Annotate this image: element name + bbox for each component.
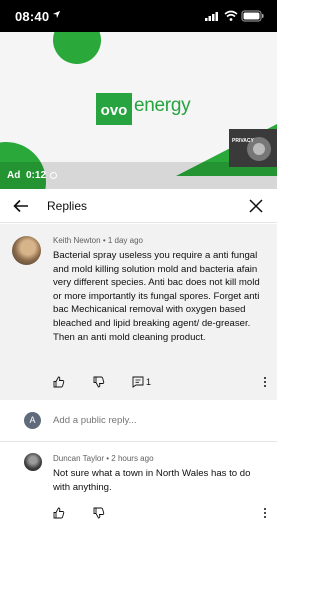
status-time: 08:40 [15, 9, 50, 24]
empty-area [0, 533, 277, 600]
reply-actions [53, 507, 267, 521]
add-reply-bar: A [0, 400, 277, 442]
reply-meta: Duncan Taylor • 2 hours ago [53, 454, 154, 463]
svg-text:ovo: ovo [101, 102, 128, 119]
logo-energy-text: energy [134, 95, 191, 116]
reply-count: 1 [146, 377, 152, 387]
thumbs-down-icon[interactable] [93, 376, 105, 388]
status-icons [205, 10, 264, 22]
ad-countdown: 0:12 [26, 170, 47, 181]
back-arrow-icon[interactable] [12, 197, 30, 215]
close-icon[interactable] [248, 198, 264, 214]
more-options-icon[interactable] [263, 507, 267, 519]
page-title: Replies [47, 199, 88, 213]
thumbnail-label: PRIVACY [232, 138, 254, 144]
thumbs-up-icon[interactable] [53, 507, 65, 519]
ad-info-icon[interactable] [50, 172, 57, 179]
comment-text: Bacterial spray useless you require a an… [53, 250, 260, 343]
reply-time: 2 hours ago [111, 454, 154, 463]
thumbs-down-icon[interactable] [93, 507, 105, 519]
reply-text: Not sure what a town in North Wales has … [53, 468, 251, 493]
thumbs-up-icon[interactable] [53, 376, 65, 388]
location-arrow-icon [52, 10, 61, 19]
reply-author[interactable]: Duncan Taylor [53, 454, 104, 463]
ovo-logo-mark: ovo [96, 93, 132, 125]
replies-header: Replies [0, 189, 277, 223]
battery-icon [241, 10, 264, 22]
thumbnail-image [229, 129, 277, 167]
ad-badge: Ad [7, 170, 21, 181]
wifi-icon [224, 10, 238, 21]
comment-author[interactable]: Keith Newton [53, 236, 101, 245]
user-avatar: A [24, 412, 41, 429]
more-options-icon[interactable] [263, 376, 267, 388]
avatar[interactable] [24, 453, 42, 471]
ad-thumbnail[interactable]: PRIVACY [229, 129, 277, 167]
comment-time: 1 day ago [107, 236, 143, 245]
comment-actions: 1 [53, 376, 267, 390]
reply-input[interactable] [53, 415, 253, 426]
signal-icon [205, 12, 218, 21]
reply-item: Duncan Taylor • 2 hours ago Not sure wha… [0, 443, 277, 533]
main-comment: Keith Newton • 1 day ago Bacterial spray… [0, 224, 277, 400]
video-player[interactable]: ovo energy PRIVACY Ad 0:12 [0, 32, 277, 189]
reply-icon[interactable] [132, 376, 144, 388]
status-bar: 08:40 [0, 0, 277, 32]
comment-meta: Keith Newton • 1 day ago [53, 236, 143, 245]
avatar[interactable] [12, 236, 41, 265]
